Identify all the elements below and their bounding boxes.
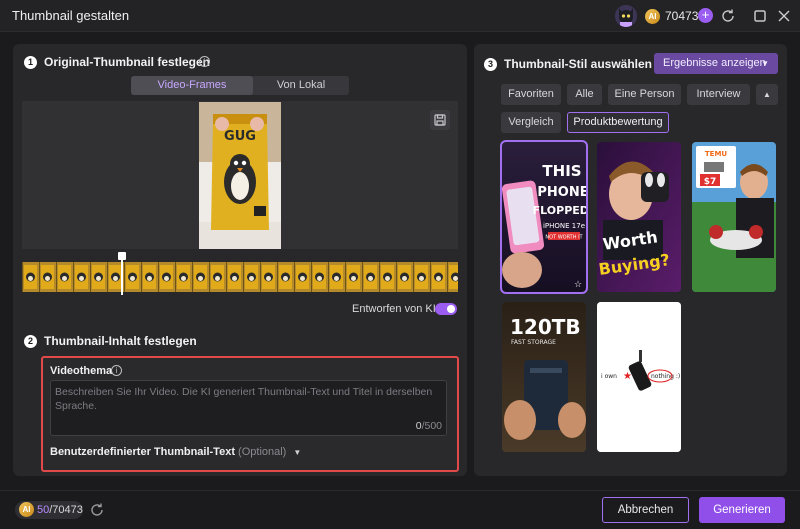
credit-coin-icon: AI bbox=[645, 9, 660, 24]
svg-text:GUG: GUG bbox=[224, 129, 256, 144]
step-number-3: 3 bbox=[484, 58, 497, 71]
step-number-2: 2 bbox=[24, 335, 37, 348]
chip-interview[interactable]: Interview bbox=[687, 84, 750, 105]
add-credits-button[interactable]: + bbox=[698, 8, 713, 23]
close-icon[interactable] bbox=[775, 7, 793, 25]
card-storage-text: FAST STORAGE bbox=[511, 339, 556, 346]
show-results-button[interactable]: Ergebnisse anzeigen ▼ bbox=[654, 53, 778, 74]
chevron-down-icon: ▼ bbox=[293, 448, 302, 457]
maximize-icon[interactable] bbox=[751, 7, 769, 25]
step2-title: Thumbnail-Inhalt festlegen bbox=[44, 334, 197, 348]
chevron-up-icon: ▲ bbox=[763, 90, 771, 99]
card-phone-text: THIS bbox=[542, 162, 581, 180]
frame-timeline[interactable] bbox=[22, 262, 458, 292]
card-phone-text: NOT WORTH IT bbox=[545, 235, 583, 241]
custom-text-dropdown[interactable]: Benutzerdefinierter Thumbnail-Text (Opti… bbox=[50, 446, 301, 458]
credit-coin-icon: AI bbox=[19, 502, 34, 517]
card-phone-text: FLOPPED? bbox=[533, 204, 586, 217]
video-topic-placeholder: Beschreiben Sie Ihr Video. Die KI generi… bbox=[55, 386, 433, 412]
selected-frame-image: GUG bbox=[199, 102, 281, 249]
chip-vergleich[interactable]: Vergleich bbox=[501, 112, 561, 133]
card-mic-text: nothing :) bbox=[651, 373, 680, 380]
card-phone-text: iPHONE 17e bbox=[543, 222, 585, 230]
card-mic-star-icon: ★ bbox=[623, 371, 632, 382]
refresh-icon[interactable] bbox=[719, 7, 737, 25]
card-phone-text: PHONE bbox=[537, 185, 586, 200]
step3-title: Thumbnail-Stil auswählen bbox=[504, 57, 653, 71]
style-card-phone[interactable]: THIS PHONE FLOPPED? iPHONE 17e NOT WORTH… bbox=[500, 140, 588, 294]
chip-eine-person[interactable]: Eine Person bbox=[608, 84, 681, 105]
ai-design-label: Entworfen von KI bbox=[352, 303, 436, 315]
info-icon[interactable]: i bbox=[199, 56, 210, 67]
character-counter: 0/500 bbox=[415, 420, 442, 432]
save-frame-button[interactable] bbox=[430, 110, 450, 130]
tab-video-frames[interactable]: Video-Frames bbox=[131, 76, 253, 95]
frame-source-tabs: Video-Frames Von Lokal bbox=[131, 76, 349, 95]
card-mic-text: i own bbox=[601, 373, 617, 380]
ai-design-toggle[interactable] bbox=[435, 303, 457, 315]
favorite-star-icon[interactable]: ☆ bbox=[574, 279, 582, 289]
avatar[interactable] bbox=[615, 5, 637, 27]
credit-usage: 50/70473 bbox=[37, 504, 83, 516]
card-temu-text: $7 bbox=[704, 177, 717, 187]
card-temu-text: TEMU bbox=[705, 150, 728, 158]
style-card-storage[interactable]: 120TB FAST STORAGE bbox=[502, 302, 586, 452]
chip-alle[interactable]: Alle bbox=[567, 84, 602, 105]
collapse-chips-button[interactable]: ▲ bbox=[756, 84, 778, 105]
tab-von-lokal[interactable]: Von Lokal bbox=[253, 76, 349, 95]
step1-title: Original-Thumbnail festlegen bbox=[44, 55, 211, 69]
style-card-temu-drone[interactable]: TEMU $7 bbox=[692, 142, 776, 292]
card-storage-text: 120TB bbox=[510, 315, 581, 339]
chip-produktbewertung[interactable]: Produktbewertung bbox=[567, 112, 669, 133]
playhead-handle[interactable] bbox=[118, 252, 126, 260]
credit-balance: 70473 bbox=[665, 9, 699, 23]
style-card-microphone[interactable]: i own ★ nothing :) bbox=[597, 302, 681, 452]
chip-favoriten[interactable]: Favoriten bbox=[501, 84, 561, 105]
generate-button[interactable]: Generieren bbox=[699, 497, 785, 523]
refresh-icon[interactable] bbox=[88, 501, 106, 519]
info-icon[interactable]: i bbox=[111, 365, 122, 376]
cancel-button[interactable]: Abbrechen bbox=[602, 497, 689, 523]
step-number-1: 1 bbox=[24, 56, 37, 69]
video-topic-label: Videothema bbox=[50, 365, 113, 377]
chevron-down-icon: ▼ bbox=[761, 59, 769, 68]
window-title: Thumbnail gestalten bbox=[12, 8, 130, 23]
style-card-worth-buying[interactable]: Worth Buying? bbox=[597, 142, 681, 292]
